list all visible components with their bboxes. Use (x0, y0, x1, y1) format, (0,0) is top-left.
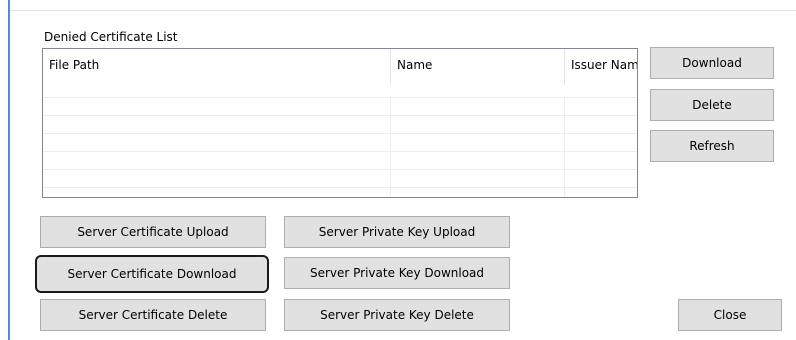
server-private-key-delete-button[interactable]: Server Private Key Delete (284, 299, 510, 331)
list-row[interactable] (43, 151, 637, 170)
column-header-file-path[interactable]: File Path (43, 49, 391, 85)
list-row[interactable] (43, 169, 637, 188)
column-header-issuer-name[interactable]: Issuer Nam (565, 49, 637, 85)
server-certificate-download-button[interactable]: Server Certificate Download (35, 255, 269, 293)
close-button[interactable]: Close (678, 299, 782, 331)
list-row[interactable] (43, 187, 637, 197)
list-cell (43, 98, 391, 116)
certificate-dialog: Denied Certificate List File Path Name I… (0, 0, 796, 340)
list-cell (391, 170, 565, 188)
delete-button[interactable]: Delete (650, 89, 774, 121)
refresh-button[interactable]: Refresh (650, 130, 774, 162)
server-certificate-upload-button[interactable]: Server Certificate Upload (40, 216, 266, 248)
list-cell (391, 188, 565, 197)
server-certificate-delete-button[interactable]: Server Certificate Delete (40, 299, 266, 331)
list-cell (43, 152, 391, 170)
list-row[interactable] (43, 115, 637, 134)
list-cell (43, 116, 391, 134)
left-accent-border (8, 0, 10, 340)
list-row[interactable] (43, 97, 637, 116)
top-divider (10, 10, 796, 11)
list-cell (43, 134, 391, 152)
denied-certificate-list-label: Denied Certificate List (44, 30, 178, 44)
list-cell (43, 170, 391, 188)
list-cell (391, 152, 565, 170)
list-cell (391, 116, 565, 134)
download-button[interactable]: Download (650, 47, 774, 79)
list-header: File Path Name Issuer Nam (43, 49, 637, 85)
list-cell (391, 98, 565, 116)
list-cell (391, 134, 565, 152)
list-cell (43, 188, 391, 197)
column-header-name[interactable]: Name (391, 49, 565, 85)
denied-certificate-list[interactable]: File Path Name Issuer Nam (42, 48, 638, 198)
server-private-key-upload-button[interactable]: Server Private Key Upload (284, 216, 510, 248)
server-private-key-download-button[interactable]: Server Private Key Download (284, 257, 510, 289)
list-row[interactable] (43, 133, 637, 152)
